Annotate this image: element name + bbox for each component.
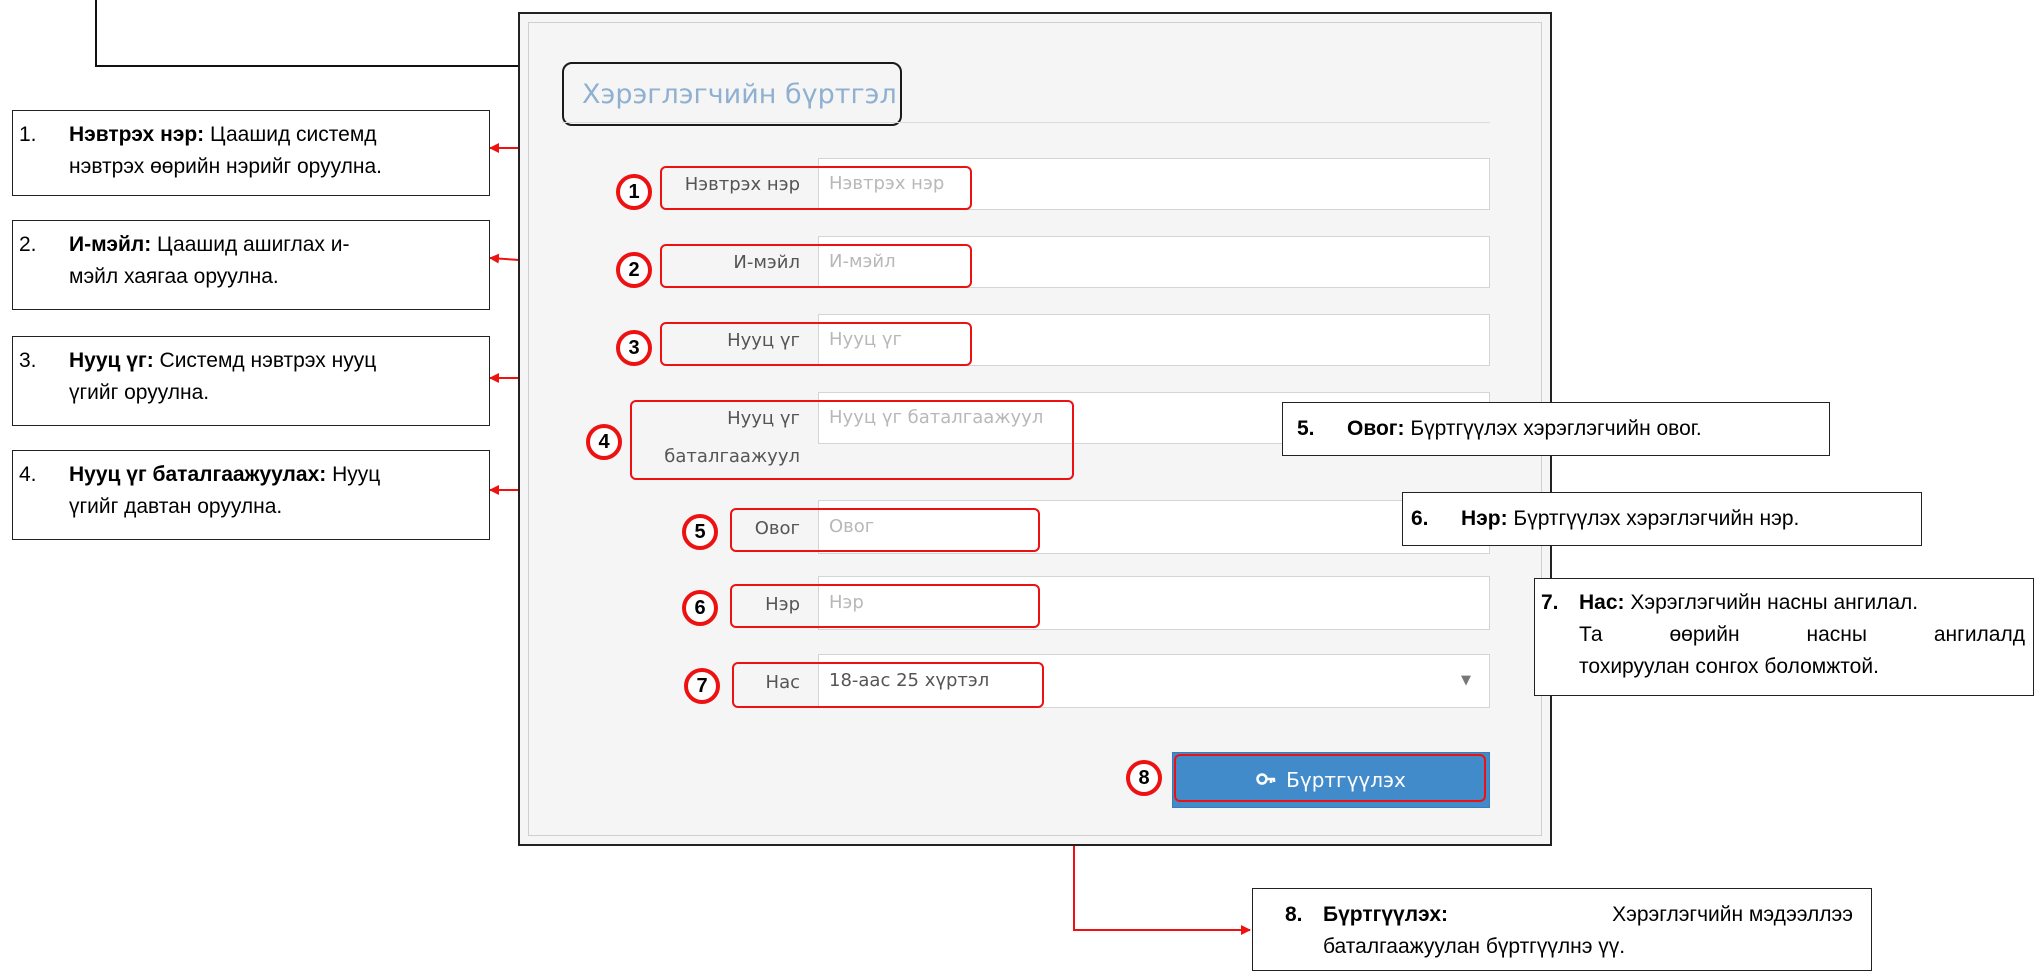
callout-5-text: Бүртгүүлэх хэрэглэгчийн овог. [1404,417,1702,440]
highlight-register [1174,754,1486,802]
highlight-surname [730,508,1040,552]
callout-5-term: Овог: [1347,417,1405,440]
title-divider [562,122,1490,123]
badge-5: 5 [682,514,718,550]
callout-1-text: Цаашид системд [204,123,377,146]
badge-7: 7 [684,668,720,704]
callout-7-text-3: тохируулан сонгох боломжтой. [1579,655,1879,678]
callout-7: 7. Нас: Хэрэглэгчийн насны ангилал. Та ө… [1534,578,2034,696]
highlight-firstname [730,584,1040,628]
callout-1-term: Нэвтрэх нэр: [69,123,205,146]
callout-3-number: 3. [19,349,37,372]
callout-3-text: Системд нэвтрэх нууц [153,349,377,372]
callout-7-term: Нас: [1579,591,1625,614]
callout-8-number: 8. [1285,903,1303,926]
callout-5: 5. Овог: Бүртгүүлэх хэрэглэгчийн овог. [1282,402,1830,456]
callout-6-number: 6. [1411,507,1429,530]
callout-1-text-2: нэвтрэх өөрийн нэрийг оруулна. [69,155,383,178]
badge-4: 4 [586,424,622,460]
callout-2: 2. И-мэйл: Цаашид ашиглах и- мэйл хаягаа… [12,220,490,310]
callout-2-term: И-мэйл: [69,233,152,256]
callout-1-number: 1. [19,123,37,146]
dropdown-arrow-icon: ▼ [1461,673,1471,688]
callout-4-text: Нууц [326,463,381,486]
callout-7-text: Хэрэглэгчийн насны ангилал. [1624,591,1919,614]
form-title: Хэрэглэгчийн бүртгэл [562,62,902,126]
callout-6-term: Нэр: [1461,507,1508,530]
highlight-email [660,244,972,288]
callout-6: 6. Нэр: Бүртгүүлэх хэрэглэгчийн нэр. [1402,492,1922,546]
badge-1: 1 [616,174,652,210]
callout-2-number: 2. [19,233,37,256]
callout-5-number: 5. [1297,417,1315,440]
callout-3: 3. Нууц үг: Системд нэвтрэх нууц үгийг о… [12,336,490,426]
callout-4-text-2: үгийг давтан оруулна. [69,495,283,518]
callout-8-term: Бүртгүүлэх: [1323,903,1449,926]
badge-6: 6 [682,590,718,626]
callout-4-number: 4. [19,463,37,486]
callout-7-number: 7. [1541,591,1559,614]
badge-8: 8 [1126,760,1162,796]
badge-3: 3 [616,330,652,366]
callout-8: 8. Бүртгүүлэх: Хэрэглэгчийн мэдээллээ ба… [1252,888,1872,971]
callout-2-text-2: мэйл хаягаа оруулна. [69,265,279,288]
badge-2: 2 [616,252,652,288]
callout-8-text: Хэрэглэгчийн мэдээллээ [1612,903,1853,926]
callout-3-text-2: үгийг оруулна. [69,381,210,404]
callout-3-term: Нууц үг: [69,349,154,372]
callout-8-text-2: баталгаажуулан бүртгүүлнэ үү. [1323,935,1626,958]
highlight-username [660,166,972,210]
callout-6-text: Бүртгүүлэх хэрэглэгчийн нэр. [1507,507,1800,530]
callout-2-text: Цаашид ашиглах и- [151,233,350,256]
callout-1: 1. Нэвтрэх нэр: Цаашид системд нэвтрэх ө… [12,110,490,196]
callout-4: 4. Нууц үг баталгаажуулах: Нууц үгийг да… [12,450,490,540]
highlight-password-confirm [630,400,1074,480]
highlight-password [660,322,972,366]
callout-4-term: Нууц үг баталгаажуулах: [69,463,327,486]
callout-7-text-2: Та өөрийн насны ангилалд [1579,623,2025,646]
highlight-age [732,662,1044,708]
